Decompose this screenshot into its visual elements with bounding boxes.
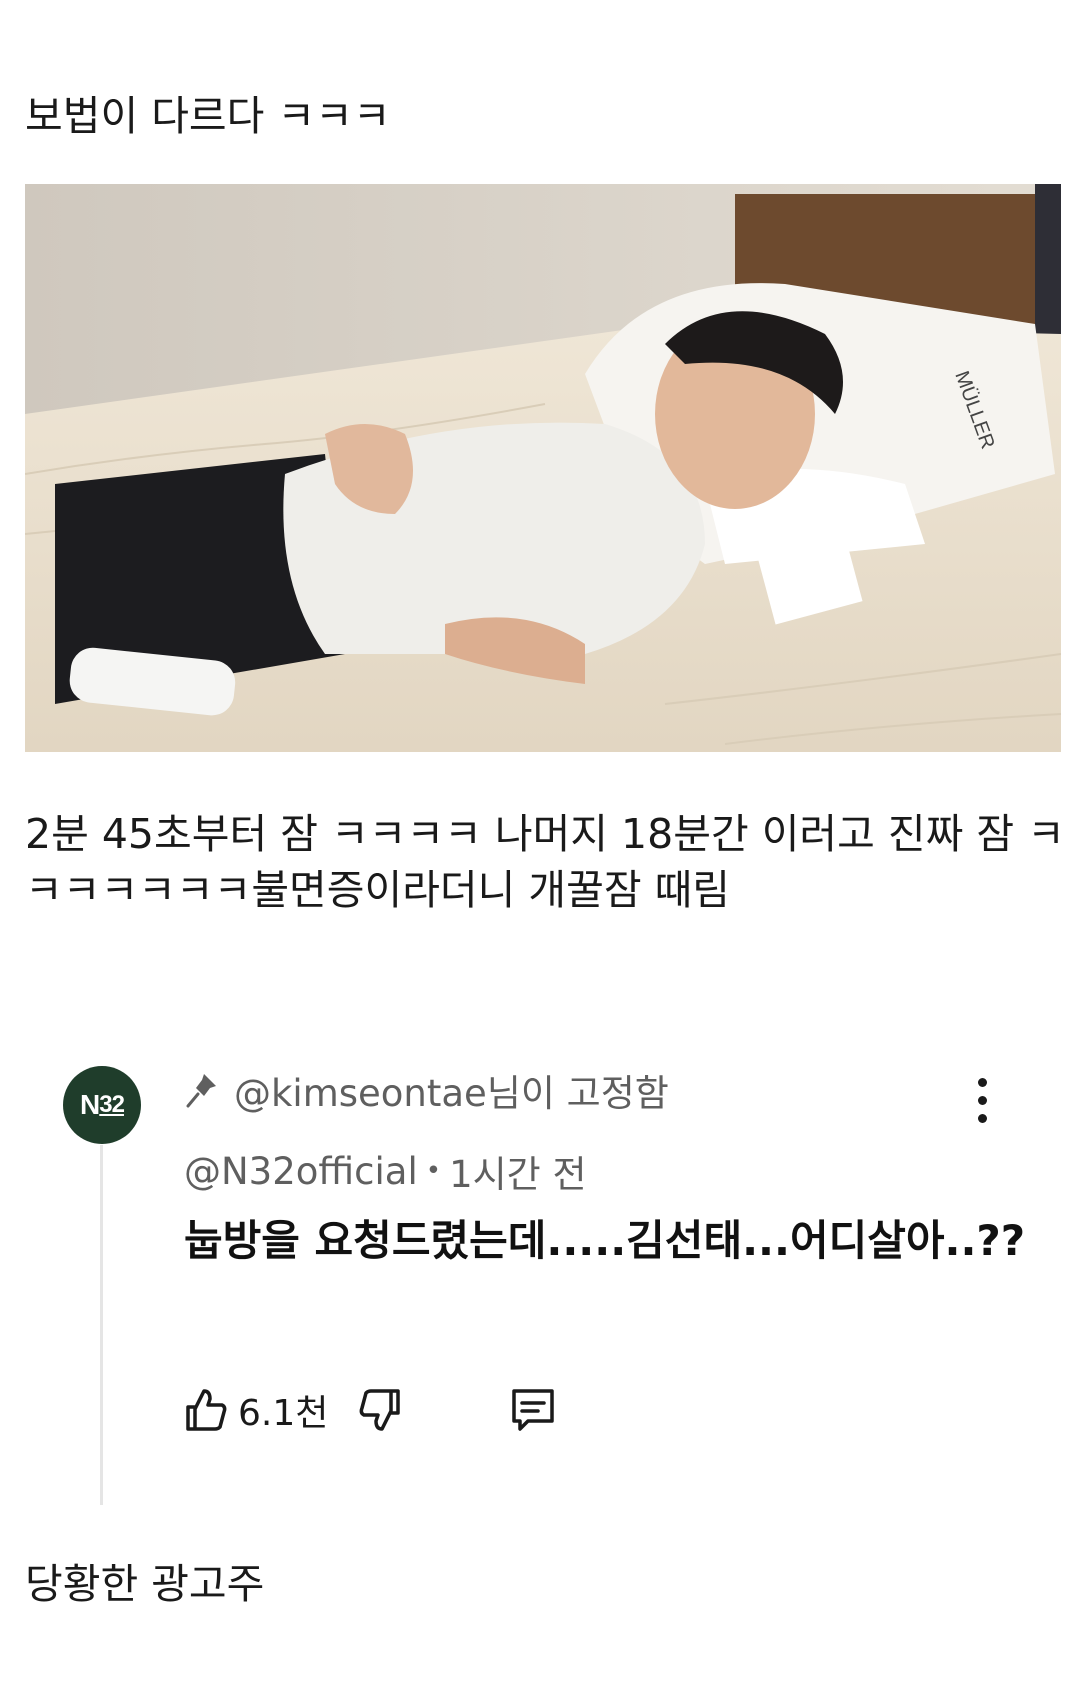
comment-author[interactable]: @N32official: [184, 1150, 418, 1193]
reply-icon: [512, 1389, 555, 1431]
photo-illustration: MÜLLER: [25, 184, 1061, 752]
more-options-button[interactable]: [962, 1068, 1002, 1132]
dislike-button[interactable]: [356, 1380, 406, 1440]
meta-separator: •: [425, 1156, 442, 1186]
avatar[interactable]: N 32: [63, 1066, 141, 1144]
thumbs-down-icon: [359, 1389, 401, 1431]
like-count: 6.1천: [238, 1393, 329, 1434]
like-button[interactable]: 6.1천: [180, 1380, 356, 1440]
thread-line: [100, 1145, 103, 1505]
comment-actions: 6.1천: [180, 1380, 560, 1440]
comment-body: 눕방을 요청드렸는데.....김선태...어디살아..??: [184, 1216, 1026, 1265]
post-photo: MÜLLER: [25, 184, 1061, 752]
more-vertical-icon: [977, 1077, 987, 1087]
pinned-comment: N 32 @kimseontae님이 고정함 @N32official • 1시간…: [0, 1050, 1080, 1510]
comment-meta: @N32official • 1시간 전: [184, 1143, 587, 1199]
more-dot: [977, 1113, 987, 1123]
pin-icon: [186, 1074, 216, 1108]
post-headline: 보법이 다르다 ㅋㅋㅋ: [25, 92, 391, 140]
post-caption: 2분 45초부터 잠 ㅋㅋㅋㅋ 나머지 18분간 이러고 진짜 잠 ㅋㅋㅋㅋㅋㅋ…: [25, 810, 1065, 914]
pinned-text: @kimseontae님이 고정함: [234, 1072, 669, 1115]
more-dot: [977, 1095, 987, 1105]
avatar-sub: 32: [99, 1091, 125, 1118]
post-footer: 당황한 광고주: [25, 1560, 265, 1608]
pinned-indicator: @kimseontae님이 고정함: [184, 1060, 669, 1120]
avatar-label: N: [80, 1089, 100, 1120]
reply-button[interactable]: [506, 1380, 560, 1440]
comment-time: 1시간 전: [449, 1153, 587, 1196]
thumbs-up-icon: [186, 1389, 227, 1431]
